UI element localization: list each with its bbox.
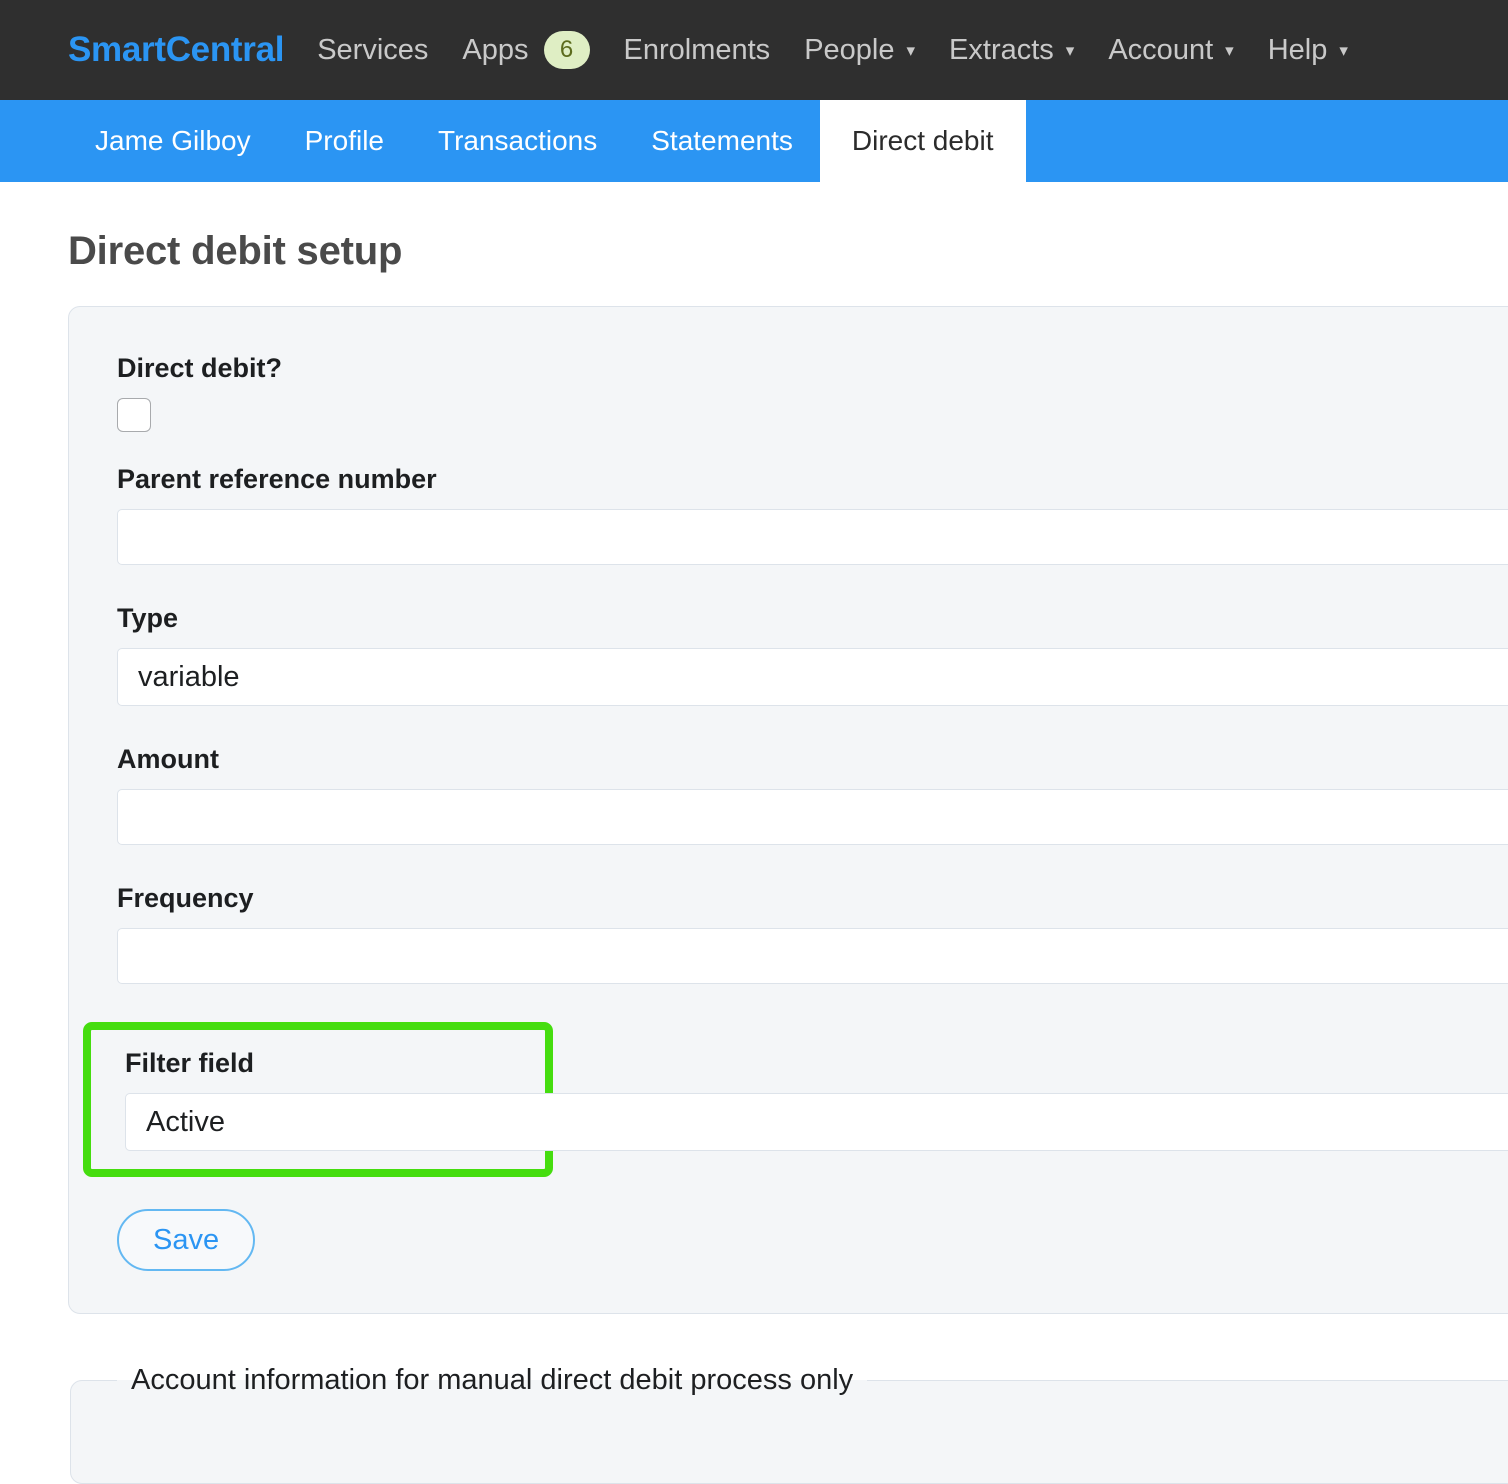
filter-field-select[interactable]: Active [125,1093,1508,1151]
tab-profile[interactable]: Profile [278,100,411,182]
field-frequency: Frequency [117,883,1508,984]
tab-label: Statements [651,125,793,156]
type-select[interactable]: variable [117,648,1508,706]
tab-label: Direct debit [851,125,994,156]
filter-field-highlight: Filter field Active [83,1022,1508,1177]
nav-item-apps[interactable]: Apps 6 [462,31,590,69]
chevron-down-icon: ▾ [906,40,916,60]
tab-label: Jame Gilboy [95,125,251,156]
type-label: Type [117,603,179,633]
account-information-fieldset: Account information for manual direct de… [70,1364,1508,1484]
amount-label: Amount [117,744,219,774]
chevron-down-icon: ▾ [1065,40,1075,60]
nav-item-label: Apps [462,33,529,66]
tab-transactions[interactable]: Transactions [411,100,624,182]
nav-item-label: Extracts [949,33,1054,66]
direct-debit-checkbox[interactable] [117,398,151,432]
nav-item-label: Account [1108,33,1214,66]
frequency-label: Frequency [117,883,254,913]
secondary-tabbar: Jame Gilboy Profile Transactions Stateme… [0,100,1508,182]
field-parent-reference-number: Parent reference number [117,464,1508,565]
apps-count-badge: 6 [543,31,590,69]
tab-statements[interactable]: Statements [624,100,820,182]
direct-debit-label: Direct debit? [117,353,283,383]
amount-input[interactable] [117,789,1508,845]
tab-jame-gilboy[interactable]: Jame Gilboy [68,100,278,182]
tab-direct-debit[interactable]: Direct debit [819,100,1026,182]
nav-item-help[interactable]: Help ▾ [1268,34,1348,67]
parent-reference-number-label: Parent reference number [117,464,437,494]
nav-item-services[interactable]: Services [317,34,428,67]
nav-item-enrolments[interactable]: Enrolments [624,34,771,67]
direct-debit-setup-panel: Direct debit? Parent reference number Ty… [68,306,1508,1314]
page-body: Direct debit setup Direct debit? Parent … [0,229,1508,1484]
nav-item-extracts[interactable]: Extracts ▾ [949,34,1074,67]
nav-item-account[interactable]: Account ▾ [1108,34,1233,67]
chevron-down-icon: ▾ [1225,40,1234,60]
tab-label: Transactions [438,125,598,156]
save-button[interactable]: Save [117,1209,256,1271]
account-information-legend: Account information for manual direct de… [131,1364,854,1396]
nav-item-label: Services [317,33,429,66]
parent-reference-number-input[interactable] [117,509,1508,565]
field-direct-debit: Direct debit? [117,353,1508,432]
chevron-down-icon: ▾ [1339,40,1348,60]
filter-field-label: Filter field [125,1048,255,1078]
top-navbar: SmartCentral Services Apps 6 Enrolments … [0,0,1508,100]
page-title: Direct debit setup [68,229,403,273]
brand-logo[interactable]: SmartCentral [68,30,285,70]
nav-item-label: People [804,33,895,66]
frequency-input[interactable] [117,928,1508,984]
nav-item-label: Help [1267,33,1328,66]
nav-item-label: Enrolments [623,33,771,66]
field-type: Type variable [117,603,1508,706]
tab-label: Profile [304,125,384,156]
field-amount: Amount [117,744,1508,845]
nav-item-people[interactable]: People ▾ [804,34,915,67]
